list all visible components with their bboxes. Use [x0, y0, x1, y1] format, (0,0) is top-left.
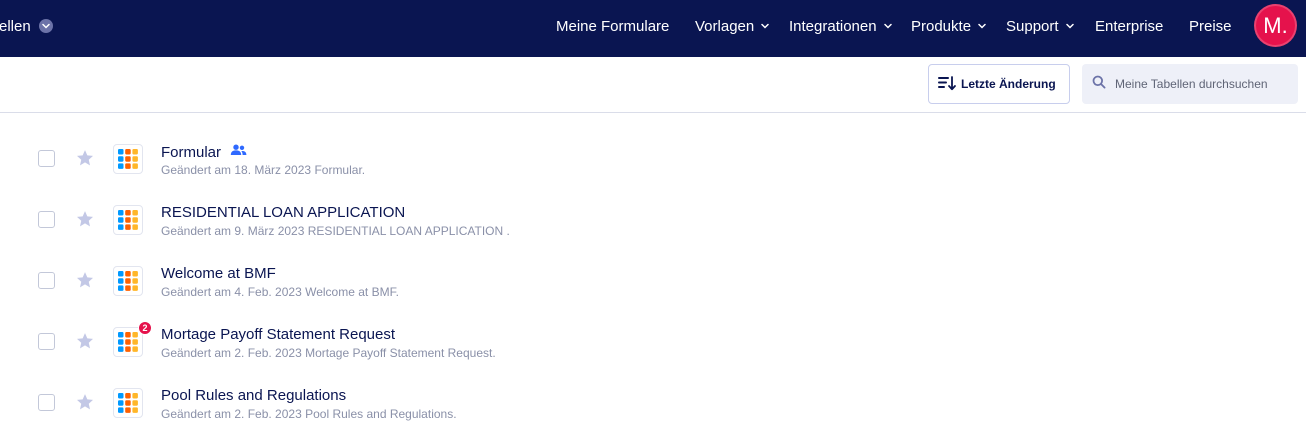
search-input[interactable] — [1115, 77, 1290, 91]
sort-icon — [937, 73, 957, 96]
form-title[interactable]: Mortage Payoff Statement Request — [161, 326, 395, 343]
modified-date: Geändert am 4. Feb. 2023 — [161, 285, 302, 299]
tables-grid-icon — [113, 205, 143, 235]
nav-support[interactable]: Support — [1006, 16, 1074, 36]
nav-label: Meine Formulare — [556, 17, 670, 35]
form-detail: RESIDENTIAL LOAN APPLICATION . — [307, 224, 510, 238]
form-subtitle: Geändert am 2. Feb. 2023 Pool Rules and … — [161, 407, 457, 421]
list-item[interactable]: 2 Mortage Payoff Statement Request Geänd… — [0, 305, 1306, 366]
star-icon[interactable] — [75, 392, 95, 412]
row-checkbox[interactable] — [38, 394, 55, 411]
form-subtitle: Geändert am 9. März 2023 RESIDENTIAL LOA… — [161, 224, 510, 238]
toolbar: Letzte Änderung — [0, 57, 1306, 113]
nav-label: Integrationen — [789, 17, 877, 35]
form-detail: Welcome at BMF. — [305, 285, 399, 299]
row-title-line: Welcome at BMF — [161, 265, 276, 282]
brand-label: ellen — [0, 17, 31, 35]
nav-label: Support — [1006, 17, 1059, 35]
forms-list: Formular Geändert am 18. März 2023 Formu… — [0, 114, 1306, 428]
list-item[interactable]: Welcome at BMF Geändert am 4. Feb. 2023 … — [0, 244, 1306, 305]
form-title[interactable]: RESIDENTIAL LOAN APPLICATION — [161, 204, 405, 221]
form-title[interactable]: Pool Rules and Regulations — [161, 387, 346, 404]
modified-date: Geändert am 9. März 2023 — [161, 224, 305, 238]
row-checkbox[interactable] — [38, 333, 55, 350]
nav-pricing[interactable]: Preise — [1189, 16, 1232, 36]
list-item[interactable]: Formular Geändert am 18. März 2023 Formu… — [0, 122, 1306, 183]
list-item[interactable]: Pool Rules and Regulations Geändert am 2… — [0, 366, 1306, 427]
row-title-line: Mortage Payoff Statement Request — [161, 326, 395, 343]
form-subtitle: Geändert am 2. Feb. 2023 Mortage Payoff … — [161, 346, 496, 360]
form-subtitle: Geändert am 18. März 2023 Formular. — [161, 163, 365, 177]
sort-button[interactable]: Letzte Änderung — [928, 64, 1070, 104]
row-title-line: RESIDENTIAL LOAN APPLICATION — [161, 204, 405, 221]
form-subtitle: Geändert am 4. Feb. 2023 Welcome at BMF. — [161, 285, 399, 299]
users-icon — [230, 143, 247, 161]
nav-label: Preise — [1189, 17, 1232, 35]
search-icon — [1092, 75, 1106, 94]
search-box[interactable] — [1082, 64, 1298, 104]
chevron-down-icon — [761, 23, 769, 29]
star-icon[interactable] — [75, 209, 95, 229]
brand-menu[interactable]: ellen — [0, 16, 53, 36]
sort-label: Letzte Änderung — [961, 77, 1056, 91]
top-navbar: ellen Meine Formulare Vorlagen Integrati… — [0, 0, 1306, 57]
tables-grid-icon — [113, 266, 143, 296]
chevron-down-icon — [978, 23, 986, 29]
row-checkbox[interactable] — [38, 150, 55, 167]
row-title-line: Formular — [161, 143, 247, 161]
chevron-down-icon — [38, 19, 53, 33]
notification-badge: 2 — [138, 321, 152, 335]
modified-date: Geändert am 2. Feb. 2023 — [161, 346, 302, 360]
modified-date: Geändert am 2. Feb. 2023 — [161, 407, 302, 421]
form-detail: Pool Rules and Regulations. — [305, 407, 457, 421]
nav-integrations[interactable]: Integrationen — [789, 16, 892, 36]
row-checkbox[interactable] — [38, 272, 55, 289]
row-checkbox[interactable] — [38, 211, 55, 228]
nav-label: Enterprise — [1095, 17, 1164, 35]
nav-products[interactable]: Produkte — [911, 16, 986, 36]
row-title-line: Pool Rules and Regulations — [161, 387, 346, 404]
list-item[interactable]: RESIDENTIAL LOAN APPLICATION Geändert am… — [0, 183, 1306, 244]
nav-label: Vorlagen — [695, 17, 755, 35]
chevron-down-icon — [1065, 23, 1074, 29]
modified-date: Geändert am 18. März 2023 — [161, 163, 312, 177]
form-title[interactable]: Welcome at BMF — [161, 265, 276, 282]
tables-grid-icon — [113, 388, 143, 418]
form-detail: Formular. — [314, 163, 366, 177]
form-detail: Mortage Payoff Statement Request. — [305, 346, 496, 360]
star-icon[interactable] — [75, 148, 95, 168]
nav-my-forms[interactable]: Meine Formulare — [556, 16, 669, 36]
star-icon[interactable] — [75, 331, 95, 351]
avatar[interactable]: M. — [1254, 4, 1297, 47]
form-title[interactable]: Formular — [161, 144, 221, 161]
nav-templates[interactable]: Vorlagen — [695, 16, 769, 36]
star-icon[interactable] — [75, 270, 95, 290]
tables-grid-icon — [113, 144, 143, 174]
nav-enterprise[interactable]: Enterprise — [1095, 16, 1163, 36]
chevron-down-icon — [883, 23, 892, 29]
nav-label: Produkte — [911, 17, 972, 35]
